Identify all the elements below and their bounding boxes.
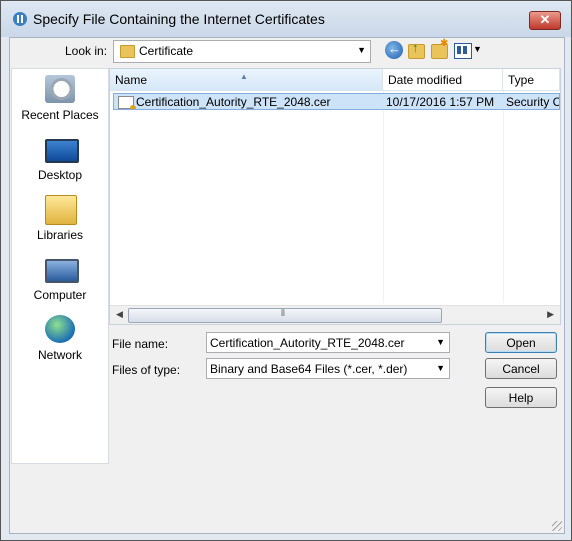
file-row-date: 10/17/2016 1:57 PM: [386, 95, 495, 109]
views-dropdown-arrow-icon[interactable]: ▼: [473, 44, 482, 54]
place-label: Recent Places: [21, 108, 99, 122]
file-row-name: Certification_Autority_RTE_2048.cer: [136, 95, 331, 109]
folder-icon: [120, 45, 135, 58]
chevron-down-icon[interactable]: ▼: [436, 337, 445, 347]
file-type-value: Binary and Base64 Files (*.cer, *.der): [210, 362, 408, 376]
recent-places-icon: [45, 75, 75, 103]
chevron-down-icon[interactable]: ▼: [436, 363, 445, 373]
column-header-label: Name: [115, 73, 148, 87]
window-title: Specify File Containing the Internet Cer…: [33, 11, 325, 27]
file-name-field[interactable]: Certification_Autority_RTE_2048.cer ▼: [206, 332, 450, 353]
libraries-icon: [45, 195, 77, 225]
app-icon: [13, 12, 27, 26]
file-list: ▲ Name Date modified Type Certification_…: [109, 68, 561, 325]
scroll-thumb[interactable]: ⦀: [128, 308, 442, 323]
place-recent-places[interactable]: Recent Places: [12, 75, 108, 131]
chevron-down-icon[interactable]: ▼: [357, 45, 366, 55]
dialog-body: Look in: Certificate ▼ ▼ Recent Places D…: [9, 37, 565, 534]
close-button[interactable]: ✕: [529, 11, 561, 30]
file-dialog: Specify File Containing the Internet Cer…: [0, 0, 572, 541]
title-bar[interactable]: Specify File Containing the Internet Cer…: [1, 1, 571, 37]
file-row[interactable]: Certification_Autority_RTE_2048.cer 10/1…: [113, 93, 560, 110]
computer-icon: [45, 259, 79, 283]
column-divider: [383, 91, 384, 303]
place-label: Libraries: [36, 228, 84, 242]
new-folder-icon[interactable]: [431, 38, 448, 59]
back-icon[interactable]: [385, 41, 403, 59]
sort-ascending-icon: ▲: [240, 72, 248, 81]
network-icon: [45, 315, 75, 343]
cancel-button[interactable]: Cancel: [485, 358, 557, 379]
places-bar: Recent Places Desktop Libraries Computer…: [11, 68, 109, 464]
place-label: Network: [37, 348, 82, 362]
desktop-icon: [45, 139, 79, 163]
file-row-type: Security C: [506, 95, 560, 109]
up-folder-icon[interactable]: [408, 40, 425, 59]
file-type-label: Files of type:: [112, 363, 181, 377]
place-network[interactable]: Network: [12, 315, 108, 371]
grip-icon: ⦀: [281, 308, 285, 318]
open-button[interactable]: Open: [485, 332, 557, 353]
column-divider: [503, 91, 504, 303]
place-computer[interactable]: Computer: [12, 255, 108, 311]
file-type-dropdown[interactable]: Binary and Base64 Files (*.cer, *.der) ▼: [206, 358, 450, 379]
file-name-label: File name:: [112, 337, 169, 351]
place-libraries[interactable]: Libraries: [12, 195, 108, 251]
column-header-name[interactable]: ▲ Name: [110, 69, 383, 91]
place-label: Desktop: [37, 168, 83, 182]
scroll-left-icon[interactable]: ◀: [116, 309, 123, 320]
scroll-right-icon[interactable]: ▶: [547, 309, 554, 320]
file-name-value: Certification_Autority_RTE_2048.cer: [210, 336, 405, 350]
column-header-type[interactable]: Type: [503, 69, 560, 91]
place-desktop[interactable]: Desktop: [12, 135, 108, 191]
column-header-date-modified[interactable]: Date modified: [383, 69, 503, 91]
resize-grip[interactable]: [552, 521, 562, 531]
views-menu-icon[interactable]: [454, 43, 472, 59]
help-button[interactable]: Help: [485, 387, 557, 408]
place-label: Computer: [33, 288, 87, 302]
look-in-label: Look in:: [65, 44, 108, 58]
look-in-dropdown[interactable]: Certificate ▼: [113, 40, 371, 63]
look-in-value: Certificate: [139, 44, 194, 58]
certificate-file-icon: [118, 96, 136, 109]
horizontal-scrollbar[interactable]: ◀ ⦀ ▶: [110, 305, 560, 324]
